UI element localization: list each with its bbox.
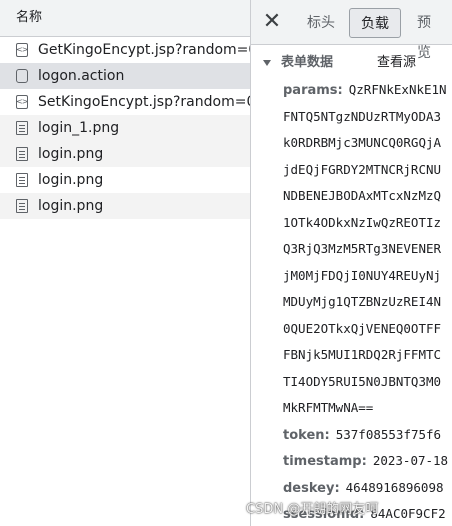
request-name: login_1.png: [38, 120, 120, 136]
request-name: logon.action: [38, 68, 125, 84]
request-row[interactable]: SetKingoEncypt.jsp?random=0.8: [0, 89, 250, 115]
request-name: SetKingoEncypt.jsp?random=0.8: [38, 94, 250, 110]
image-file-icon: [16, 199, 28, 213]
form-data-values: params: QzRFNkExNkE1N FNTQ5NTgzNDUzRTMyOD…: [251, 77, 452, 526]
param-key: deskey:: [283, 480, 340, 496]
param-value-line: FNTQ5NTgzNDUzRTMyODA3: [283, 108, 442, 124]
param-key: timestamp:: [283, 454, 367, 469]
param-value-line: jdEQjFGRDY2MTNCRjRCNU: [283, 161, 442, 177]
form-data-section[interactable]: 表单数据 查看源: [251, 49, 452, 77]
request-row[interactable]: login_1.png: [0, 115, 250, 141]
request-list: 名称 GetKingoEncypt.jsp?random=0.5 logon.ac…: [0, 0, 251, 526]
view-source-link[interactable]: 查看源: [377, 49, 416, 77]
param-value: QzRFNkExNkE1N: [348, 82, 447, 97]
param-value-continued: FNTQ5NTgzNDUzRTMyODA3 k0RDRBMjc3MUNCQ0RGQ…: [283, 104, 452, 422]
param-row-timestamp: timestamp: 2023-07-18: [283, 448, 452, 475]
param-row-params: params: QzRFNkExNkE1N: [283, 77, 452, 104]
tab-preview[interactable]: 预览: [409, 8, 452, 61]
request-name: login.png: [38, 198, 104, 214]
request-row[interactable]: login.png: [0, 141, 250, 167]
request-row[interactable]: login.png: [0, 193, 250, 219]
param-value: 2023-07-18: [372, 453, 449, 468]
image-file-icon: [16, 121, 28, 135]
request-rows: GetKingoEncypt.jsp?random=0.5 logon.actio…: [0, 37, 250, 219]
triangle-down-icon[interactable]: [263, 60, 271, 66]
image-file-icon: [16, 147, 28, 161]
close-icon[interactable]: ✕: [261, 11, 283, 33]
param-value-line: 0QUE2OTkxQjVENEQ0OTFF: [283, 320, 442, 336]
param-value-line: FBNjk5MUI1RDQ2RjFFMTC: [283, 347, 442, 362]
xhr-icon: [16, 89, 28, 115]
param-value-line: k0RDRBMjc3MUNCQ0RGQjA: [283, 135, 442, 150]
param-value: 4648916896098: [345, 479, 444, 495]
document-icon: [16, 69, 28, 83]
section-title: 表单数据: [281, 55, 334, 70]
param-value-line: 1OTk4ODkxNzIwQzREOTIz: [283, 214, 442, 230]
tab-headers[interactable]: 标头: [299, 8, 343, 38]
param-key: token:: [283, 427, 330, 443]
param-value-line: jM0MjFDQjI0NUY4REUyNj: [283, 267, 442, 283]
request-row[interactable]: logon.action: [0, 63, 250, 89]
param-value: 84AC0F9CF2: [370, 506, 446, 521]
param-value-line: MDUyMjg1QTZBNzUzREI4N: [283, 294, 442, 309]
request-name: login.png: [38, 146, 104, 162]
param-value-line: Q3RjQ3MzM5RTg3NEVENER: [283, 241, 442, 256]
request-row[interactable]: login.png: [0, 167, 250, 193]
xhr-icon: [16, 37, 28, 63]
details-tabbar: ✕ 标头 负载 预览: [251, 0, 452, 61]
param-value: 537f08553f75f6: [335, 426, 442, 442]
column-header-name[interactable]: 名称: [0, 0, 250, 37]
request-details: ✕ 标头 负载 预览 表单数据 查看源 params: QzRFNkExNkE1N…: [251, 0, 452, 526]
devtools-network-panel: 名称 GetKingoEncypt.jsp?random=0.5 logon.ac…: [0, 0, 452, 526]
param-value-line: NDBENEJBODAxMTcxNzMzQ: [283, 188, 442, 203]
image-file-icon: [16, 173, 28, 187]
param-row-token: token: 537f08553f75f6: [283, 422, 452, 449]
param-value-line: MkRFMTMwNA==: [283, 400, 374, 415]
request-name: GetKingoEncypt.jsp?random=0.5: [38, 42, 250, 58]
request-name: login.png: [38, 172, 104, 188]
param-key: params:: [283, 83, 343, 98]
tab-payload[interactable]: 负载: [349, 8, 401, 38]
request-row[interactable]: GetKingoEncypt.jsp?random=0.5: [0, 37, 250, 63]
watermark: CSDN @开朗的网友呵: [246, 502, 379, 517]
param-value-line: TI4ODY5RUI5N0JBNTQ3M0: [283, 373, 442, 389]
